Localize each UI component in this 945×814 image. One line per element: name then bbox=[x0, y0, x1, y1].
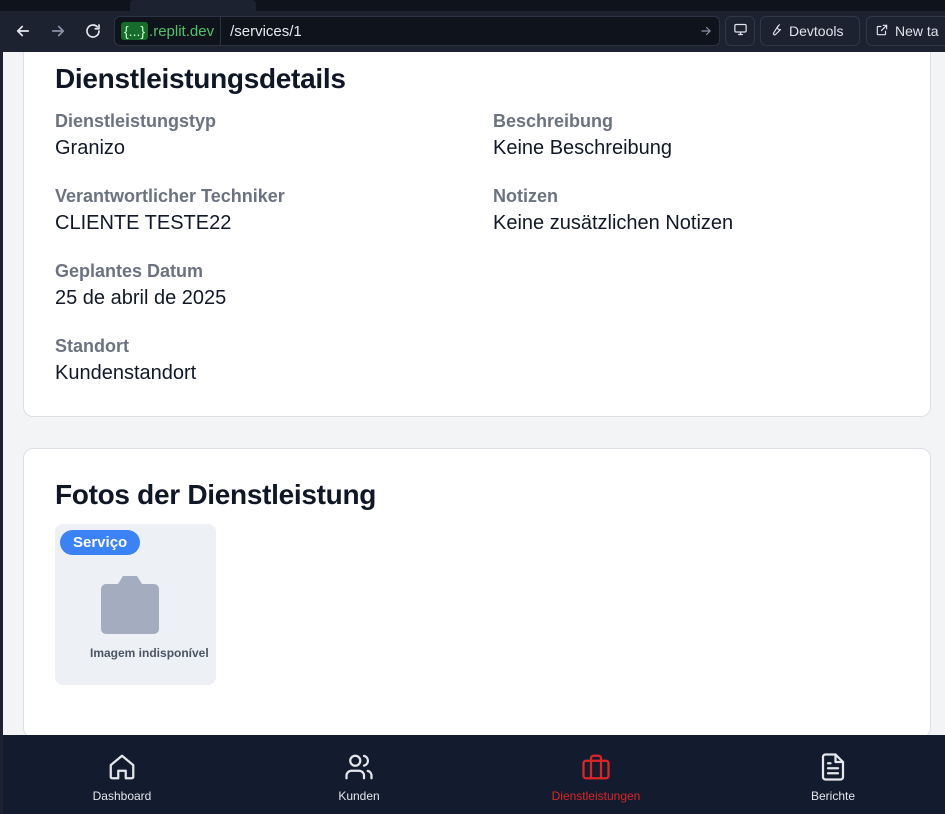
monitor-icon bbox=[733, 22, 748, 40]
details-title: Dienstleistungsdetails bbox=[55, 63, 346, 94]
image-unavailable-caption: Imagem indisponível bbox=[90, 646, 209, 660]
nav-item-dienstleistungen[interactable]: Dienstleistungen bbox=[516, 735, 676, 814]
location-value: Kundenstandort bbox=[55, 362, 197, 384]
bottom-navigation: Dashboard Kunden Dienstleistungen Berich… bbox=[3, 735, 945, 814]
scheduled-date-label: Geplantes Datum bbox=[55, 261, 204, 281]
nav-item-kunden[interactable]: Kunden bbox=[279, 735, 439, 814]
replit-braces-badge: {...} bbox=[121, 22, 149, 40]
external-link-icon bbox=[875, 23, 889, 40]
forward-icon[interactable] bbox=[45, 18, 71, 44]
devtools-button[interactable]: Devtools bbox=[760, 16, 860, 46]
browser-toolbar: {...} .replit.dev /services/1 Devtools N… bbox=[0, 0, 945, 52]
new-tab-label: New ta bbox=[895, 23, 939, 39]
technician-label: Verantwortlicher Techniker bbox=[55, 186, 285, 206]
active-browser-tab[interactable] bbox=[130, 0, 256, 11]
photos-title: Fotos der Dienstleistung bbox=[55, 479, 377, 510]
scheduled-date-value: 25 de abril de 2025 bbox=[55, 287, 227, 309]
service-details-card: Dienstleistungsdetails Dienstleistungsty… bbox=[23, 52, 931, 417]
device-preview-button[interactable] bbox=[725, 16, 755, 46]
notes-label: Notizen bbox=[493, 186, 558, 206]
url-host: {...} .replit.dev bbox=[115, 17, 222, 45]
nav-item-berichte[interactable]: Berichte bbox=[753, 735, 913, 814]
file-text-icon bbox=[821, 753, 845, 781]
service-type-label: Dienstleistungstyp bbox=[55, 111, 217, 131]
url-path[interactable]: /services/1 bbox=[221, 23, 693, 40]
back-icon[interactable] bbox=[10, 18, 36, 44]
technician-value: CLIENTE TESTE22 bbox=[55, 212, 232, 234]
description-label: Beschreibung bbox=[493, 111, 614, 131]
nav-item-dashboard[interactable]: Dashboard bbox=[42, 735, 202, 814]
photo-type-badge: Serviço bbox=[60, 530, 141, 555]
service-photos-card: Fotos der Dienstleistung Serviço Imagem … bbox=[23, 448, 931, 735]
photo-thumbnail[interactable]: Serviço Imagem indisponível bbox=[55, 524, 216, 685]
nav-label-berichte: Berichte bbox=[810, 789, 856, 803]
description-value: Keine Beschreibung bbox=[493, 137, 673, 159]
devtools-label: Devtools bbox=[789, 23, 844, 39]
address-bar[interactable]: {...} .replit.dev /services/1 bbox=[114, 16, 720, 46]
new-tab-button[interactable]: New ta bbox=[866, 16, 945, 46]
nav-label-dashboard: Dashboard bbox=[92, 789, 152, 803]
tab-strip bbox=[0, 0, 945, 11]
briefcase-icon bbox=[582, 754, 610, 780]
service-type-value: Granizo bbox=[55, 137, 126, 159]
location-label: Standort bbox=[55, 336, 129, 356]
camera-icon bbox=[99, 576, 161, 639]
page-content: Dienstleistungsdetails Dienstleistungsty… bbox=[3, 52, 945, 735]
home-icon bbox=[109, 754, 135, 780]
wrench-icon bbox=[769, 23, 783, 40]
nav-label-dienstleistungen: Dienstleistungen bbox=[551, 789, 641, 803]
nav-label-kunden: Kunden bbox=[338, 789, 380, 803]
reload-icon[interactable] bbox=[80, 18, 106, 44]
users-icon bbox=[345, 754, 373, 780]
url-host-text: .replit.dev bbox=[149, 22, 215, 40]
go-arrow-icon[interactable] bbox=[693, 24, 719, 38]
notes-value: Keine zusätzlichen Notizen bbox=[493, 212, 734, 234]
